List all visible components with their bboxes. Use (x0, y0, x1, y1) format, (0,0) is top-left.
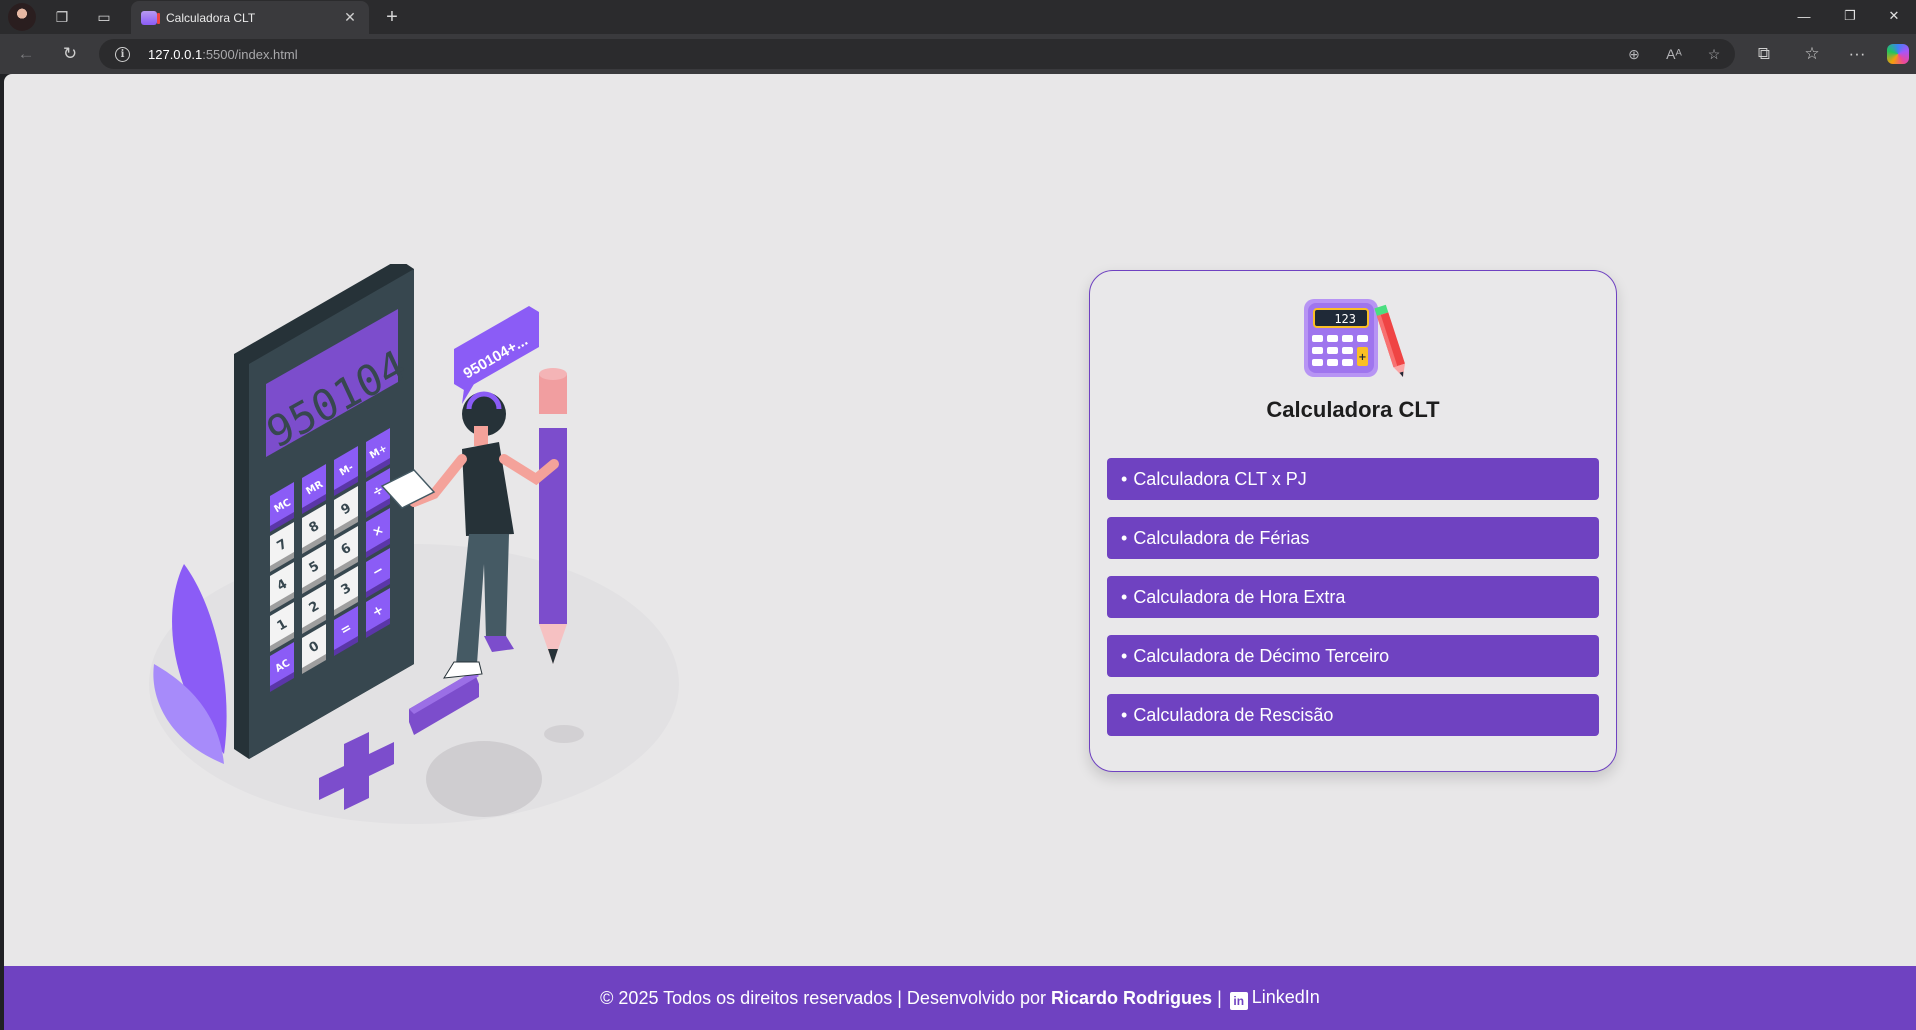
logo-display-text: 123 (1334, 312, 1356, 326)
address-bar-row: ← ↻ i 127.0.0.1:5500/index.html ⊕ Aᴬ ☆ ⧉… (0, 34, 1916, 74)
tab-favicon-icon (141, 10, 160, 25)
menu-item-clt-pj[interactable]: • Calculadora CLT x PJ (1107, 458, 1599, 500)
menu-item-label: Calculadora de Rescisão (1133, 705, 1334, 725)
svg-text:+: + (1358, 352, 1366, 363)
new-tab-icon[interactable]: + (380, 5, 404, 29)
tab-title: Calculadora CLT (166, 10, 256, 25)
menu-item-label: Calculadora de Férias (1133, 528, 1310, 548)
extensions-icon[interactable]: ⧉ (1752, 42, 1776, 66)
bullet: • (1121, 705, 1128, 725)
calculator-menu-card: 123 + Calculadora CLT • Calculadora CLT x… (1089, 270, 1617, 772)
bullet: • (1121, 587, 1128, 607)
menu-item-decimo-terceiro[interactable]: • Calculadora de Décimo Terceiro (1107, 635, 1599, 677)
calculator-logo-icon: 123 + (1304, 299, 1405, 377)
linkedin-label: LinkedIn (1251, 986, 1320, 1007)
copilot-icon[interactable] (1887, 44, 1909, 64)
zoom-icon[interactable]: ⊕ (1621, 42, 1647, 66)
menu-item-label: Calculadora CLT x PJ (1133, 469, 1307, 489)
favorite-star-icon[interactable]: ☆ (1701, 42, 1727, 66)
more-menu-icon[interactable]: ··· (1845, 42, 1869, 66)
page-viewport: 950104 MC MR M- M+ 7 8 9 ÷ 4 5 6 × 1 2 3− AC 0 = + 950104+… (4, 74, 1916, 1030)
linkedin-icon: in (1229, 991, 1248, 1010)
bullet: • (1121, 469, 1128, 489)
read-aloud-icon[interactable]: Aᴬ (1661, 42, 1687, 66)
close-window-icon[interactable]: ✕ (1872, 3, 1916, 29)
minimize-icon[interactable]: — (1782, 3, 1826, 29)
menu-item-label: Calculadora de Décimo Terceiro (1133, 646, 1390, 666)
bullet: • (1121, 528, 1128, 548)
menu-item-rescisao[interactable]: • Calculadora de Rescisão (1107, 694, 1599, 736)
bullet: • (1121, 646, 1128, 666)
calculator-illustration: 950104 MCMRM-M+789÷456×123−AC0=+ 950104+… (149, 264, 679, 824)
page-footer: © 2025 Todos os direitos reservados | De… (4, 966, 1916, 1030)
calculator-menu: • Calculadora CLT x PJ • Calculadora de Fé… (1107, 458, 1599, 753)
card-title: Calculadora CLT (1266, 397, 1440, 422)
browser-tab-bar: ❐ ▭ Calculadora CLT ✕ + — ❐ ✕ (0, 0, 1916, 34)
profile-avatar[interactable] (8, 3, 36, 31)
favorites-icon[interactable]: ☆ (1800, 42, 1824, 66)
workspaces-icon[interactable]: ❐ (50, 5, 74, 29)
restore-icon[interactable]: ❐ (1828, 3, 1872, 29)
reload-icon[interactable]: ↻ (58, 42, 82, 66)
back-icon[interactable]: ← (14, 42, 38, 66)
footer-copyright: © 2025 Todos os direitos reservados | De… (600, 987, 1047, 1008)
site-info-icon[interactable]: i (115, 46, 130, 62)
footer-author: Ricardo Rodrigues (1051, 987, 1213, 1008)
url-path: :5500/index.html (202, 46, 298, 62)
tab-actions-icon[interactable]: ▭ (92, 5, 116, 29)
menu-item-ferias[interactable]: • Calculadora de Férias (1107, 517, 1599, 559)
url-field[interactable]: i 127.0.0.1:5500/index.html ⊕ Aᴬ ☆ (99, 39, 1735, 69)
linkedin-link[interactable]: in LinkedIn (1222, 987, 1320, 1010)
tab-active[interactable]: Calculadora CLT ✕ (131, 1, 369, 34)
url-host: 127.0.0.1 (148, 46, 203, 62)
tab-close-icon[interactable]: ✕ (341, 9, 359, 26)
menu-item-hora-extra[interactable]: • Calculadora de Hora Extra (1107, 576, 1599, 618)
menu-item-label: Calculadora de Hora Extra (1133, 587, 1346, 607)
